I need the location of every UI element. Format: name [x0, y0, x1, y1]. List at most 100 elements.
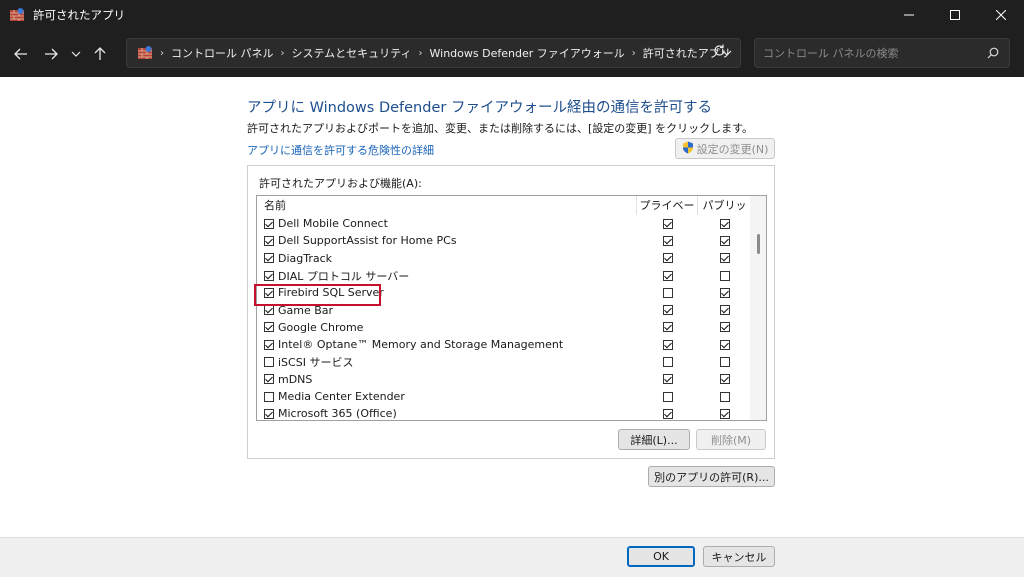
private-checkbox[interactable]	[662, 322, 673, 333]
change-settings-button[interactable]: 設定の変更(N)	[675, 138, 775, 159]
app-enabled-checkbox[interactable]	[264, 253, 274, 264]
private-checkbox[interactable]	[662, 305, 673, 316]
public-cell	[698, 408, 752, 419]
app-row[interactable]: DiagTrack	[257, 250, 752, 267]
app-enabled-checkbox[interactable]	[264, 322, 274, 333]
close-button[interactable]	[978, 0, 1024, 30]
public-checkbox[interactable]	[720, 391, 730, 402]
app-row[interactable]: Media Center Extender	[257, 388, 752, 405]
private-checkbox[interactable]	[662, 235, 673, 246]
remove-button[interactable]: 削除(M)	[696, 429, 766, 450]
public-checkbox[interactable]	[720, 287, 730, 298]
private-cell	[637, 339, 698, 350]
app-row[interactable]: iSCSI サービス	[257, 353, 752, 370]
maximize-button[interactable]	[932, 0, 978, 30]
search-input[interactable]: コントロール パネルの検索	[763, 45, 899, 61]
private-checkbox[interactable]	[662, 339, 673, 350]
app-row[interactable]: Dell Mobile Connect	[257, 215, 752, 232]
app-row[interactable]: mDNS	[257, 371, 752, 388]
app-row[interactable]: Google Chrome	[257, 319, 752, 336]
app-row[interactable]: Dell SupportAssist for Home PCs	[257, 232, 752, 249]
scrollbar-thumb[interactable]	[757, 234, 760, 254]
allowed-apps-list[interactable]: 名前 プライベート パブリック Dell Mobile ConnectDell …	[256, 195, 767, 421]
minimize-icon	[904, 14, 914, 16]
public-checkbox[interactable]	[720, 235, 730, 246]
list-scrollbar[interactable]	[750, 196, 766, 420]
breadcrumb-separator[interactable]: ›	[632, 48, 636, 59]
public-cell	[698, 339, 752, 350]
private-cell	[637, 235, 698, 246]
private-checkbox[interactable]	[662, 287, 673, 298]
public-checkbox[interactable]	[720, 374, 730, 385]
risk-details-link[interactable]: アプリに通信を許可する危険性の詳細	[247, 142, 434, 158]
breadcrumb-separator[interactable]: ›	[281, 48, 285, 59]
public-checkbox[interactable]	[720, 322, 730, 333]
minimize-button[interactable]	[886, 0, 932, 30]
app-name: DIAL プロトコル サーバー	[278, 269, 410, 283]
breadcrumb-item-control-panel[interactable]: コントロール パネル	[171, 45, 274, 61]
address-bar[interactable]: › コントロール パネル › システムとセキュリティ › Windows Def…	[126, 38, 741, 68]
public-checkbox[interactable]	[720, 305, 730, 316]
app-name-cell: iSCSI サービス	[257, 354, 637, 370]
app-enabled-checkbox[interactable]	[264, 408, 274, 419]
app-enabled-checkbox[interactable]	[264, 357, 274, 368]
app-name-cell: Media Center Extender	[257, 390, 637, 403]
public-checkbox[interactable]	[720, 218, 730, 229]
public-cell	[698, 374, 752, 385]
public-checkbox[interactable]	[720, 253, 730, 264]
app-enabled-checkbox[interactable]	[264, 235, 274, 246]
breadcrumb-item-firewall[interactable]: Windows Defender ファイアウォール	[430, 45, 625, 61]
app-enabled-checkbox[interactable]	[264, 374, 274, 385]
ok-button[interactable]: OK	[627, 546, 695, 567]
private-checkbox[interactable]	[662, 408, 673, 419]
column-header-private[interactable]: プライベート	[637, 196, 698, 231]
app-enabled-checkbox[interactable]	[264, 270, 274, 281]
app-row[interactable]: Intel® Optane™ Memory and Storage Manage…	[257, 336, 752, 353]
recent-locations-button[interactable]	[65, 40, 87, 68]
cancel-button[interactable]: キャンセル	[703, 546, 775, 567]
list-header: 名前 プライベート パブリック	[257, 196, 766, 231]
public-cell	[698, 235, 752, 246]
private-checkbox[interactable]	[662, 218, 673, 229]
search-box[interactable]: コントロール パネルの検索	[754, 38, 1010, 68]
private-checkbox[interactable]	[662, 357, 673, 368]
arrow-left-icon	[14, 48, 27, 59]
maximize-icon	[950, 10, 960, 20]
allow-another-app-button[interactable]: 別のアプリの許可(R)...	[648, 466, 775, 487]
public-cell	[698, 391, 752, 402]
breadcrumb-separator[interactable]: ›	[419, 48, 423, 59]
app-row[interactable]: DIAL プロトコル サーバー	[257, 267, 752, 284]
back-button[interactable]	[7, 40, 35, 68]
private-checkbox[interactable]	[662, 253, 673, 264]
column-header-public[interactable]: パブリック	[698, 196, 752, 231]
app-row[interactable]: Microsoft 365 (Office)	[257, 405, 752, 420]
up-button[interactable]	[87, 40, 113, 68]
refresh-icon	[714, 44, 725, 56]
refresh-button[interactable]	[713, 44, 726, 60]
app-enabled-checkbox[interactable]	[264, 391, 274, 402]
app-enabled-checkbox[interactable]	[264, 305, 274, 316]
public-checkbox[interactable]	[720, 357, 730, 368]
search-icon[interactable]	[987, 47, 999, 62]
app-enabled-checkbox[interactable]	[264, 218, 274, 229]
arrow-right-icon	[45, 48, 58, 59]
breadcrumb-item-system-security[interactable]: システムとセキュリティ	[292, 45, 412, 61]
title-bar: 許可されたアプリ	[0, 0, 1024, 30]
forward-button[interactable]	[37, 40, 65, 68]
private-checkbox[interactable]	[662, 374, 673, 385]
app-enabled-checkbox[interactable]	[264, 339, 274, 350]
public-cell	[698, 253, 752, 264]
column-header-name[interactable]: 名前	[257, 196, 637, 215]
public-cell	[698, 322, 752, 333]
private-cell	[637, 253, 698, 264]
footer-bar	[0, 537, 1024, 577]
private-cell	[637, 287, 698, 298]
private-checkbox[interactable]	[662, 391, 673, 402]
private-checkbox[interactable]	[662, 270, 673, 281]
public-checkbox[interactable]	[720, 339, 730, 350]
navigation-bar: › コントロール パネル › システムとセキュリティ › Windows Def…	[0, 30, 1024, 77]
details-button[interactable]: 詳細(L)...	[618, 429, 690, 450]
allowed-apps-label: 許可されたアプリおよび機能(A):	[259, 177, 422, 190]
public-checkbox[interactable]	[720, 408, 730, 419]
public-checkbox[interactable]	[720, 270, 730, 281]
